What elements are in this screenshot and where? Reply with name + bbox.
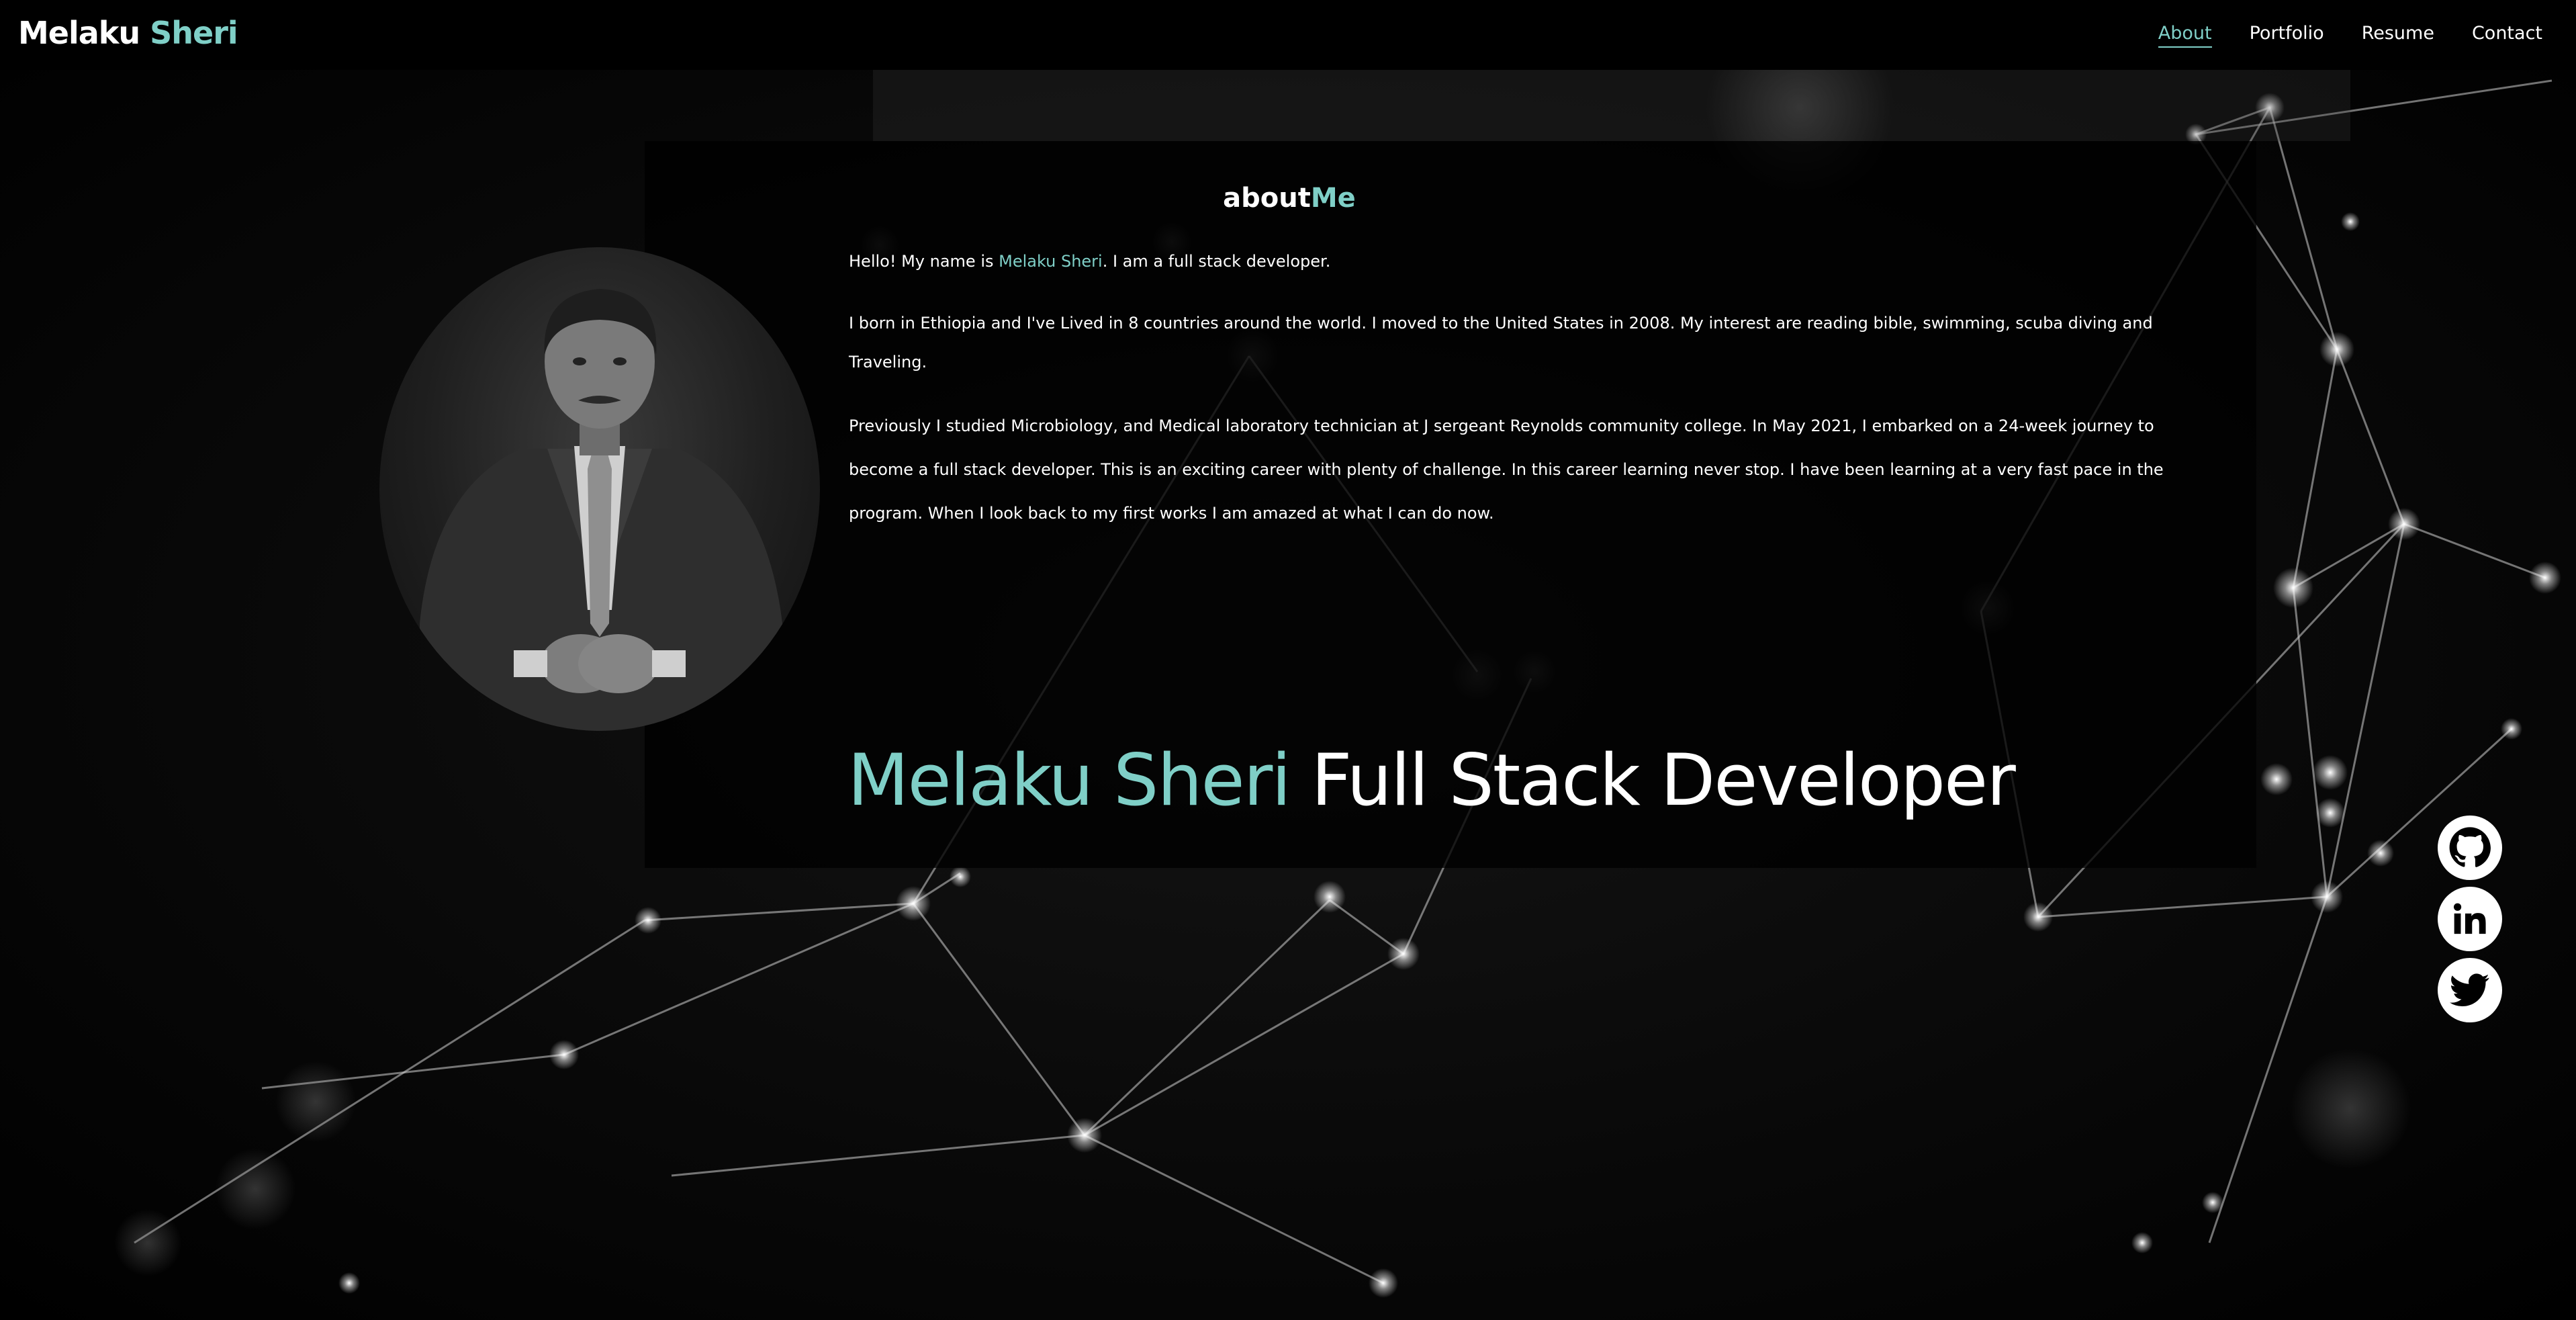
bio-paragraph-education: Previously I studied Microbiology, and M… — [849, 416, 2164, 523]
hero-headline: Melaku Sheri Full Stack Developer — [847, 739, 2016, 822]
bio-intro-name: Melaku Sheri — [999, 252, 1103, 271]
bio-paragraph-background: I born in Ethiopia and I've Lived in 8 c… — [849, 314, 2153, 371]
profile-photo-illustration — [420, 289, 782, 731]
brand-second: Sheri — [150, 15, 238, 51]
twitter-icon — [2450, 973, 2489, 1006]
nav-about[interactable]: About — [2158, 23, 2212, 48]
about-heading-accent: Me — [1310, 183, 1356, 214]
site-header: Melaku Sheri About Portfolio Resume Cont… — [0, 0, 2576, 70]
nav-contact[interactable]: Contact — [2472, 23, 2542, 48]
github-icon — [2449, 827, 2491, 867]
twitter-link[interactable] — [2438, 958, 2502, 1022]
social-links — [2438, 816, 2502, 1022]
brand-logo[interactable]: Melaku Sheri — [18, 15, 238, 51]
bio-paragraph-intro: Hello! My name is Melaku Sheri. I am a f… — [849, 242, 2212, 281]
main-nav: About Portfolio Resume Contact — [2158, 23, 2542, 48]
nav-portfolio[interactable]: Portfolio — [2250, 23, 2324, 48]
hero-name: Melaku Sheri — [847, 739, 1291, 822]
hero-role: Full Stack Developer — [1311, 739, 2016, 822]
page: Melaku Sheri About Portfolio Resume Cont… — [0, 0, 2576, 1320]
linkedin-icon — [2453, 903, 2486, 934]
bio-intro-after: . I am a full stack developer. — [1102, 252, 1331, 271]
bio-intro-before: Hello! My name is — [849, 252, 994, 271]
linkedin-link[interactable] — [2438, 887, 2502, 951]
nav-resume[interactable]: Resume — [2362, 23, 2434, 48]
github-link[interactable] — [2438, 816, 2502, 880]
about-heading-main: about — [1223, 183, 1311, 214]
bio-text: Hello! My name is Melaku Sheri. I am a f… — [849, 242, 2212, 572]
profile-photo — [379, 247, 820, 731]
brand-first: Melaku — [18, 15, 140, 51]
panel-shadow — [873, 70, 2350, 141]
about-heading: aboutMe — [1222, 183, 1356, 214]
